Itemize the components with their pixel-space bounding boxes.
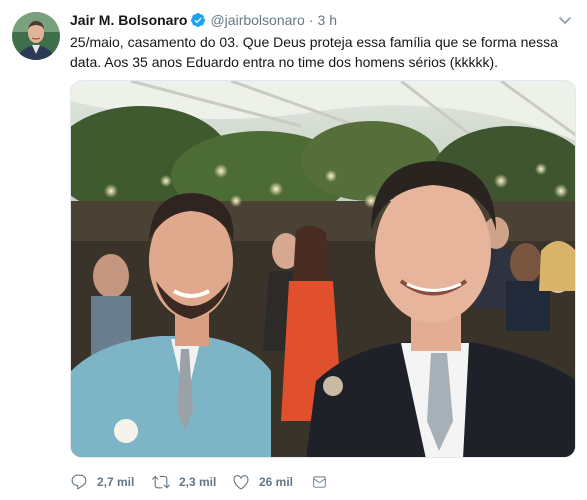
envelope-icon xyxy=(313,476,326,488)
tweet-actions: 2,7 mil 2,3 mil 26 mil xyxy=(70,472,336,492)
reply-button[interactable]: 2,7 mil xyxy=(70,473,152,491)
retweet-button[interactable]: 2,3 mil xyxy=(152,473,232,491)
tweet-timestamp[interactable]: 3 h xyxy=(318,12,337,28)
avatar-image xyxy=(12,12,60,60)
tweet-text-line: 25/maio, casamento do 03. Que Deus prote… xyxy=(70,34,558,50)
like-count: 26 mil xyxy=(259,475,294,489)
retweet-count: 2,3 mil xyxy=(179,475,217,489)
header-separator: · xyxy=(308,12,314,28)
heart-icon xyxy=(233,475,249,490)
tweet-text: 25/maio, casamento do 03. Que Deus prote… xyxy=(70,32,575,72)
tweet-header: Jair M. Bolsonaro @jairbolsonaro · 3 h xyxy=(70,10,337,30)
tweet-text-line: data. Aos 35 anos Eduardo entra no time … xyxy=(70,54,499,70)
verified-badge-icon xyxy=(191,13,206,27)
tweet-card[interactable]: Jair M. Bolsonaro @jairbolsonaro · 3 h 2… xyxy=(0,0,587,500)
chevron-down-icon[interactable] xyxy=(557,12,573,28)
direct-message-button[interactable] xyxy=(312,473,336,491)
wedding-selfie-photo xyxy=(71,81,575,457)
author-display-name[interactable]: Jair M. Bolsonaro xyxy=(70,12,187,28)
reply-count: 2,7 mil xyxy=(97,475,135,489)
tweet-photo[interactable] xyxy=(70,80,576,458)
author-avatar[interactable] xyxy=(12,12,60,60)
reply-icon xyxy=(71,474,87,490)
like-button[interactable]: 26 mil xyxy=(232,473,312,491)
author-username[interactable]: @jairbolsonaro xyxy=(210,12,304,28)
retweet-icon xyxy=(152,475,170,489)
